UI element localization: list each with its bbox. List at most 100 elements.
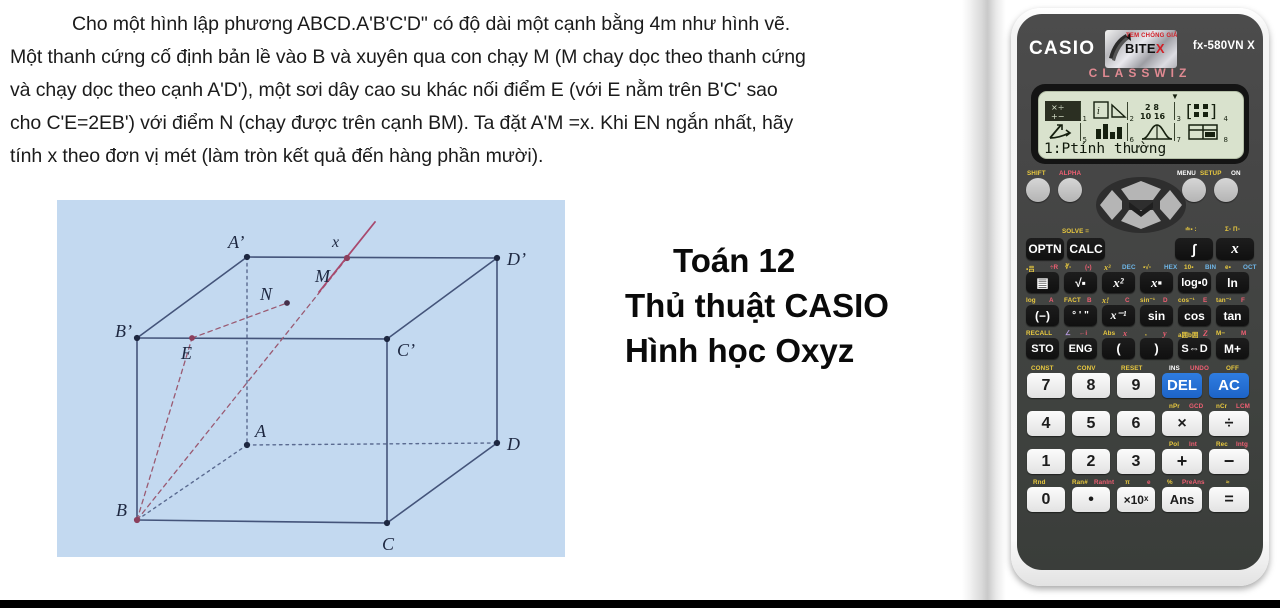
var-a-label: A	[1049, 297, 1054, 304]
reset-label: RESET	[1121, 365, 1143, 372]
ans-button[interactable]: Ans	[1162, 487, 1202, 512]
ac-button[interactable]: AC	[1209, 373, 1249, 398]
key-7[interactable]: 7	[1027, 373, 1065, 398]
angle-shift-label: ∠	[1065, 330, 1071, 337]
sqrt-alpha-label: (▪)	[1085, 264, 1092, 271]
key-1[interactable]: 1	[1027, 449, 1065, 474]
right-paren-button[interactable]: )	[1140, 338, 1173, 359]
eng-button[interactable]: ENG	[1064, 338, 1097, 359]
problem-statement: Cho một hình lập phương ABCD.A'B'C'D" có…	[10, 8, 972, 173]
label-x: x	[331, 234, 339, 251]
arithmetic-icon: ×÷ +−	[1045, 101, 1081, 121]
var-f-label: F	[1241, 297, 1245, 304]
var-c-label: C	[1125, 297, 1130, 304]
on-button[interactable]	[1214, 178, 1238, 202]
const-label: CONST	[1031, 365, 1054, 372]
negative-button[interactable]: (−)	[1026, 305, 1059, 326]
frac-alt-label: ≐▪ :	[1185, 226, 1197, 233]
memory-plus-button[interactable]: M+	[1216, 338, 1249, 359]
screen-status-line: 1:Ptính thường	[1044, 141, 1167, 157]
x-variable-button[interactable]: x	[1216, 238, 1254, 260]
directional-pad[interactable]	[1095, 176, 1187, 234]
sin-button[interactable]: sin	[1140, 305, 1173, 326]
keypad: SHIFT ALPHA MENU SETUP ON SOLVE = ≐▪ : Σ…	[1017, 170, 1263, 570]
menu-icon-arithmetic[interactable]: ×÷ +− 1	[1043, 101, 1088, 123]
sqrt-button[interactable]: √▪	[1064, 272, 1097, 293]
log-button[interactable]: log▪0	[1178, 272, 1211, 293]
model-number: fx-580VN X	[1192, 40, 1255, 52]
degree-minute-second-button[interactable]: ° ' "	[1064, 305, 1097, 326]
cube-diagram-svg: A’ D’ B’ C’ A D B C M N E x	[115, 221, 526, 554]
calc-button[interactable]: CALC	[1067, 238, 1105, 260]
menu-icon-statistics[interactable]: 6	[1090, 122, 1135, 144]
menu-icon-distribution[interactable]: 7	[1137, 122, 1182, 144]
key-0[interactable]: 0	[1027, 487, 1065, 512]
problem-line-1: Cho một hình lập phương ABCD.A'B'C'D" có…	[72, 13, 791, 35]
distribution-icon	[1139, 122, 1175, 142]
casio-calculator[interactable]: CASIO TEM CHỐNG GIẢ BITEX fx-580VN X CLA…	[1011, 8, 1269, 586]
key-5[interactable]: 5	[1072, 411, 1110, 436]
int-label: Int	[1189, 441, 1197, 448]
var-e-label: E	[1203, 297, 1208, 304]
log-shift-label: log	[1026, 297, 1036, 304]
asin-shift-label: sin⁻¹	[1140, 297, 1156, 304]
menu-divider	[1127, 102, 1128, 120]
optn-button[interactable]: OPTN	[1026, 238, 1064, 260]
menu-icon-vector[interactable]: 5	[1043, 122, 1088, 144]
integral-button[interactable]: ∫	[1175, 238, 1213, 260]
equals-button[interactable]: =	[1209, 487, 1249, 512]
fraction-button[interactable]: ▤	[1026, 272, 1059, 293]
key-8[interactable]: 8	[1072, 373, 1110, 398]
label-c: C	[382, 534, 395, 554]
percent-label: %	[1167, 479, 1173, 486]
key-2[interactable]: 2	[1072, 449, 1110, 474]
left-paren-button[interactable]: (	[1102, 338, 1135, 359]
svg-text:[: [	[1186, 102, 1193, 121]
menu-icon-spreadsheet[interactable]: 8	[1184, 122, 1229, 144]
key-4[interactable]: 4	[1027, 411, 1065, 436]
decimal-point-button[interactable]: •	[1072, 487, 1110, 512]
label-d-prime: D’	[506, 249, 526, 269]
lcd-screen[interactable]: ▼ ×÷ +− 1 i 2 2 8 10 16 3 [] 4 5 6 7 8 …	[1038, 91, 1244, 159]
shift-button[interactable]	[1026, 178, 1050, 202]
oct-label: OCT	[1243, 264, 1257, 271]
pol-label: Pol	[1169, 441, 1180, 448]
cube-shift-label: x³	[1104, 263, 1111, 272]
gcd-label: GCD	[1189, 403, 1204, 410]
var-x-label: x	[1123, 329, 1128, 338]
key-6[interactable]: 6	[1117, 411, 1155, 436]
power-button[interactable]: x▪	[1140, 272, 1173, 293]
svg-text:i: i	[1097, 107, 1100, 117]
sigma-alt-label: Σ▫ Π▫	[1225, 226, 1241, 233]
topic-caption: Toán 12 Thủ thuật CASIO Hình học Oxyz	[625, 238, 965, 373]
alpha-button[interactable]	[1058, 178, 1082, 202]
undo-label: UNDO	[1190, 365, 1209, 372]
square-button[interactable]: x²	[1102, 272, 1135, 293]
ins-label: INS	[1169, 365, 1180, 372]
ln-button[interactable]: ln	[1216, 272, 1249, 293]
reciprocal-button[interactable]: x⁻¹	[1102, 305, 1135, 326]
approx-label: ≈	[1226, 479, 1230, 486]
spreadsheet-icon	[1186, 122, 1222, 142]
menu-icon-matrix[interactable]: [] 4	[1184, 101, 1229, 123]
menu-icon-complex[interactable]: i 2	[1090, 101, 1135, 123]
caption-line-1: Toán 12	[673, 242, 796, 279]
minus-button[interactable]: −	[1209, 449, 1249, 474]
key-3[interactable]: 3	[1117, 449, 1155, 474]
document-page: Cho một hình lập phương ABCD.A'B'C'D" có…	[0, 0, 1006, 600]
del-button[interactable]: DEL	[1162, 373, 1202, 398]
menu-icon-base-n[interactable]: 2 8 10 16 3	[1137, 101, 1182, 123]
divide-button[interactable]: ÷	[1209, 411, 1249, 436]
cos-button[interactable]: cos	[1178, 305, 1211, 326]
svg-text:2 8: 2 8	[1145, 103, 1159, 112]
plus-button[interactable]: +	[1162, 449, 1202, 474]
casio-logo: CASIO	[1029, 38, 1096, 59]
solve-label: SOLVE =	[1062, 228, 1090, 235]
tan-button[interactable]: tan	[1216, 305, 1249, 326]
bin-label: BIN	[1205, 264, 1217, 271]
exponent-button[interactable]: ×10ˣ	[1117, 487, 1155, 512]
sto-button[interactable]: STO	[1026, 338, 1059, 359]
standard-decimal-toggle-button[interactable]: S⇔D	[1178, 338, 1211, 359]
key-9[interactable]: 9	[1117, 373, 1155, 398]
multiply-button[interactable]: ×	[1162, 411, 1202, 436]
